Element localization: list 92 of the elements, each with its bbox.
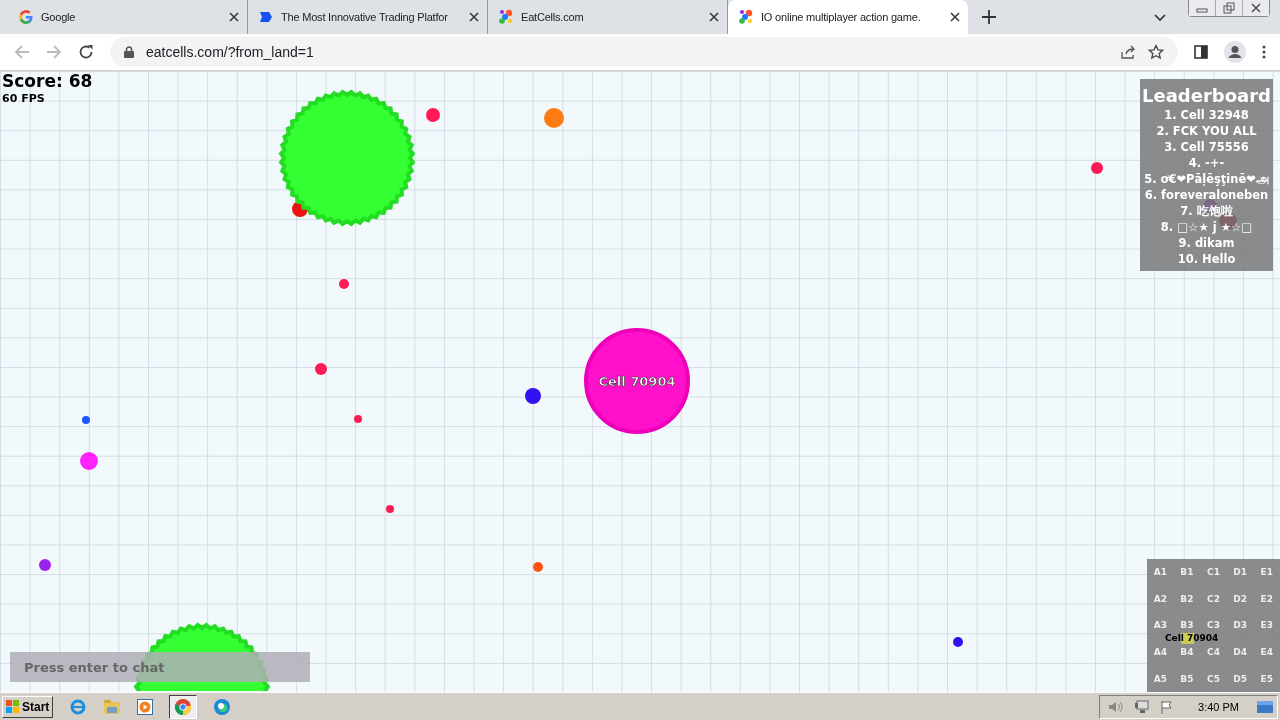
- grid-label: C4: [1207, 647, 1220, 658]
- grid-label: A1: [1153, 567, 1167, 578]
- grid-label: C2: [1207, 593, 1220, 604]
- grid-label: B3: [1180, 620, 1194, 631]
- close-icon: [1250, 2, 1262, 14]
- menu-icon[interactable]: [1262, 45, 1266, 59]
- tab-title: IO online multiplayer action game.: [761, 11, 922, 23]
- grid-label: E5: [1260, 673, 1273, 684]
- start-label: Start: [22, 699, 50, 714]
- star-icon[interactable]: [1148, 44, 1164, 60]
- close-icon[interactable]: [469, 12, 479, 22]
- url-text: eatcells.com/?from_land=1: [146, 44, 314, 60]
- leaderboard-entry: 10. Hello: [1176, 251, 1237, 267]
- player-name: Cell 70904: [598, 374, 676, 389]
- leaderboard-entry: 3. Cell 75556: [1163, 139, 1250, 155]
- edge-icon[interactable]: [213, 697, 232, 716]
- clock-text: 3:40 PM: [1198, 700, 1239, 713]
- close-button[interactable]: [1242, 0, 1269, 16]
- leaderboard-title: Leaderboard: [1141, 85, 1272, 106]
- chevron-down-icon[interactable]: [1154, 14, 1166, 22]
- chat-field[interactable]: Press enter to chat: [10, 652, 310, 682]
- restore-button[interactable]: [1215, 0, 1242, 16]
- profile-icon[interactable]: [1224, 41, 1246, 63]
- food-pellet: [386, 505, 394, 513]
- leaderboard-entry: 4. -+-: [1187, 155, 1226, 171]
- leaderboard-entry: 6. foreveraloneben: [1143, 187, 1270, 203]
- fps-text: 60 FPS: [2, 92, 45, 105]
- dots-icon: [738, 9, 754, 25]
- start-logo-icon: [6, 699, 20, 714]
- grid-label: B1: [1180, 567, 1194, 578]
- grid-label: A5: [1153, 673, 1167, 684]
- grid-label: E2: [1260, 593, 1273, 604]
- grid-label: D5: [1233, 673, 1247, 684]
- tab-title: EatCells.com: [521, 11, 585, 23]
- new-tab-icon[interactable]: [982, 10, 996, 24]
- grid-label: E4: [1260, 647, 1273, 658]
- food-pellet: [39, 559, 51, 571]
- restore-icon: [1223, 2, 1235, 14]
- grid-label: E3: [1260, 620, 1273, 631]
- grid-label: C5: [1207, 673, 1220, 684]
- leaderboard-entry: 7. 吃饱啦: [1179, 203, 1234, 219]
- food-pellet: [82, 416, 90, 424]
- leaderboard-entry: 5. ơ€❤Pāļēşţinē❤அ: [1143, 171, 1270, 187]
- side-panel-icon[interactable]: [1194, 45, 1208, 59]
- grid-label: D3: [1233, 620, 1247, 631]
- grid-label: D4: [1233, 647, 1247, 658]
- tab-title: The Most Innovative Trading Platfor: [281, 11, 449, 23]
- leaderboard-entry: 2. FCK YOU ALL: [1155, 123, 1258, 139]
- media-player-icon[interactable]: [137, 698, 154, 715]
- close-icon[interactable]: [709, 12, 719, 22]
- score-text: Score: 68: [2, 71, 93, 91]
- close-icon[interactable]: [950, 12, 960, 22]
- grid-label: A2: [1153, 593, 1167, 604]
- grid-label: A3: [1153, 620, 1167, 631]
- address-bar[interactable]: eatcells.com/?from_land=1: [110, 37, 1178, 67]
- food-pellet: [339, 279, 349, 289]
- leaderboard-entry: 1. Cell 32948: [1163, 107, 1250, 123]
- flag-icon[interactable]: [1160, 699, 1175, 714]
- show-desktop-icon[interactable]: [1257, 700, 1273, 713]
- grid-label: C1: [1207, 567, 1220, 578]
- food-pellet: [80, 452, 98, 470]
- dots-icon: [498, 9, 514, 25]
- food-pellet: [525, 388, 541, 404]
- tab-title: Google: [41, 11, 77, 23]
- close-icon[interactable]: [229, 12, 239, 22]
- grid-label: B5: [1180, 673, 1194, 684]
- food-pellet: [544, 108, 564, 128]
- grid-label: D1: [1233, 567, 1247, 578]
- food-pellet: [533, 562, 543, 572]
- chrome-taskbar-button[interactable]: [169, 694, 198, 719]
- player-label: Cell 70904: [1165, 633, 1219, 644]
- grid-label: C3: [1207, 620, 1220, 631]
- reload-icon[interactable]: [78, 44, 94, 60]
- grid-label: B4: [1180, 647, 1194, 658]
- share-icon[interactable]: [1120, 44, 1136, 60]
- google-icon: [18, 9, 34, 25]
- flag-icon: [258, 9, 274, 25]
- leaderboard-entry: 9. dikam: [1177, 235, 1236, 251]
- leaderboard-entry: 8. □☆★ j ★☆□: [1159, 219, 1254, 235]
- food-pellet: [953, 637, 963, 647]
- food-pellet: [426, 108, 440, 122]
- start-button[interactable]: Start: [2, 695, 54, 718]
- grid-label: A4: [1153, 647, 1167, 658]
- grid-label: B2: [1180, 593, 1194, 604]
- browser-tab[interactable]: IO online multiplayer action game.: [728, 0, 968, 34]
- grid-label: D2: [1233, 593, 1247, 604]
- network-icon[interactable]: [1134, 699, 1151, 714]
- food-pellet: [354, 415, 362, 423]
- lock-icon: [124, 46, 134, 58]
- food-pellet: [315, 363, 327, 375]
- grid-label: E1: [1260, 567, 1273, 578]
- food-pellet: [1091, 162, 1103, 174]
